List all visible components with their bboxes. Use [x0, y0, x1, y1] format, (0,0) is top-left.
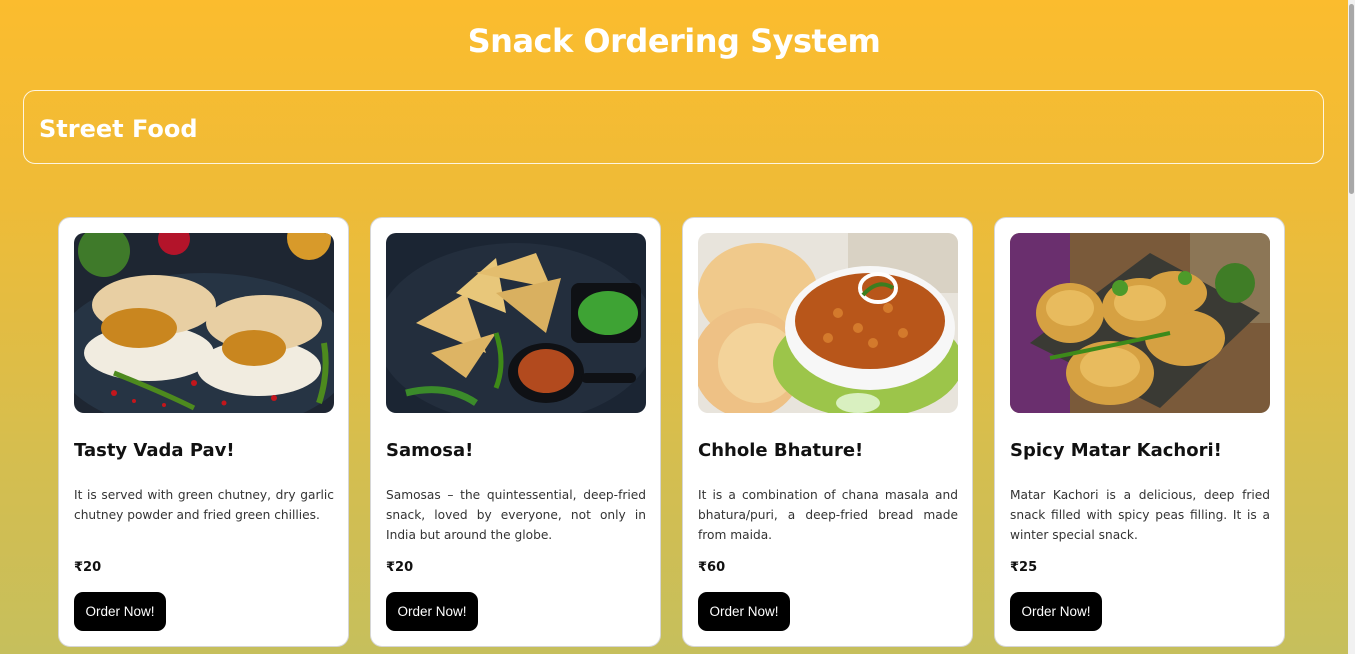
snack-card-vada-pav: Tasty Vada Pav! It is served with green … [58, 217, 349, 647]
vada-pav-image [74, 233, 334, 413]
card-title: Tasty Vada Pav! [74, 440, 235, 461]
category-section: Street Food [23, 90, 1324, 164]
card-title: Samosa! [386, 440, 474, 461]
card-price: ₹25 [1010, 560, 1038, 575]
card-description: Samosas – the quintessential, deep-fried… [386, 488, 646, 542]
page-title: Snack Ordering System [467, 22, 881, 60]
card-title: Chhole Bhature! [698, 440, 864, 461]
card-description: It is served with green chutney, dry gar… [74, 488, 334, 522]
page-scrollbar[interactable] [1348, 0, 1355, 654]
order-now-button[interactable]: Order Now! [386, 592, 478, 631]
order-now-button[interactable]: Order Now! [74, 592, 166, 631]
card-description: It is a combination of chana masala and … [698, 488, 958, 542]
matar-kachori-image [1010, 233, 1270, 413]
scrollbar-thumb[interactable] [1349, 4, 1354, 194]
card-price: ₹20 [74, 560, 102, 575]
card-price: ₹20 [386, 560, 414, 575]
samosa-image [386, 233, 646, 413]
category-title: Street Food [39, 115, 198, 143]
chhole-bhature-image [698, 233, 958, 413]
snack-card-samosa: Samosa! Samosas – the quintessential, de… [370, 217, 661, 647]
card-price: ₹60 [698, 560, 726, 575]
order-now-button[interactable]: Order Now! [698, 592, 790, 631]
order-now-button[interactable]: Order Now! [1010, 592, 1102, 631]
card-title: Spicy Matar Kachori! [1010, 440, 1222, 461]
snack-card-chhole-bhature: Chhole Bhature! It is a combination of c… [682, 217, 973, 647]
snack-card-matar-kachori: Spicy Matar Kachori! Matar Kachori is a … [994, 217, 1285, 647]
card-description: Matar Kachori is a delicious, deep fried… [1010, 488, 1270, 542]
